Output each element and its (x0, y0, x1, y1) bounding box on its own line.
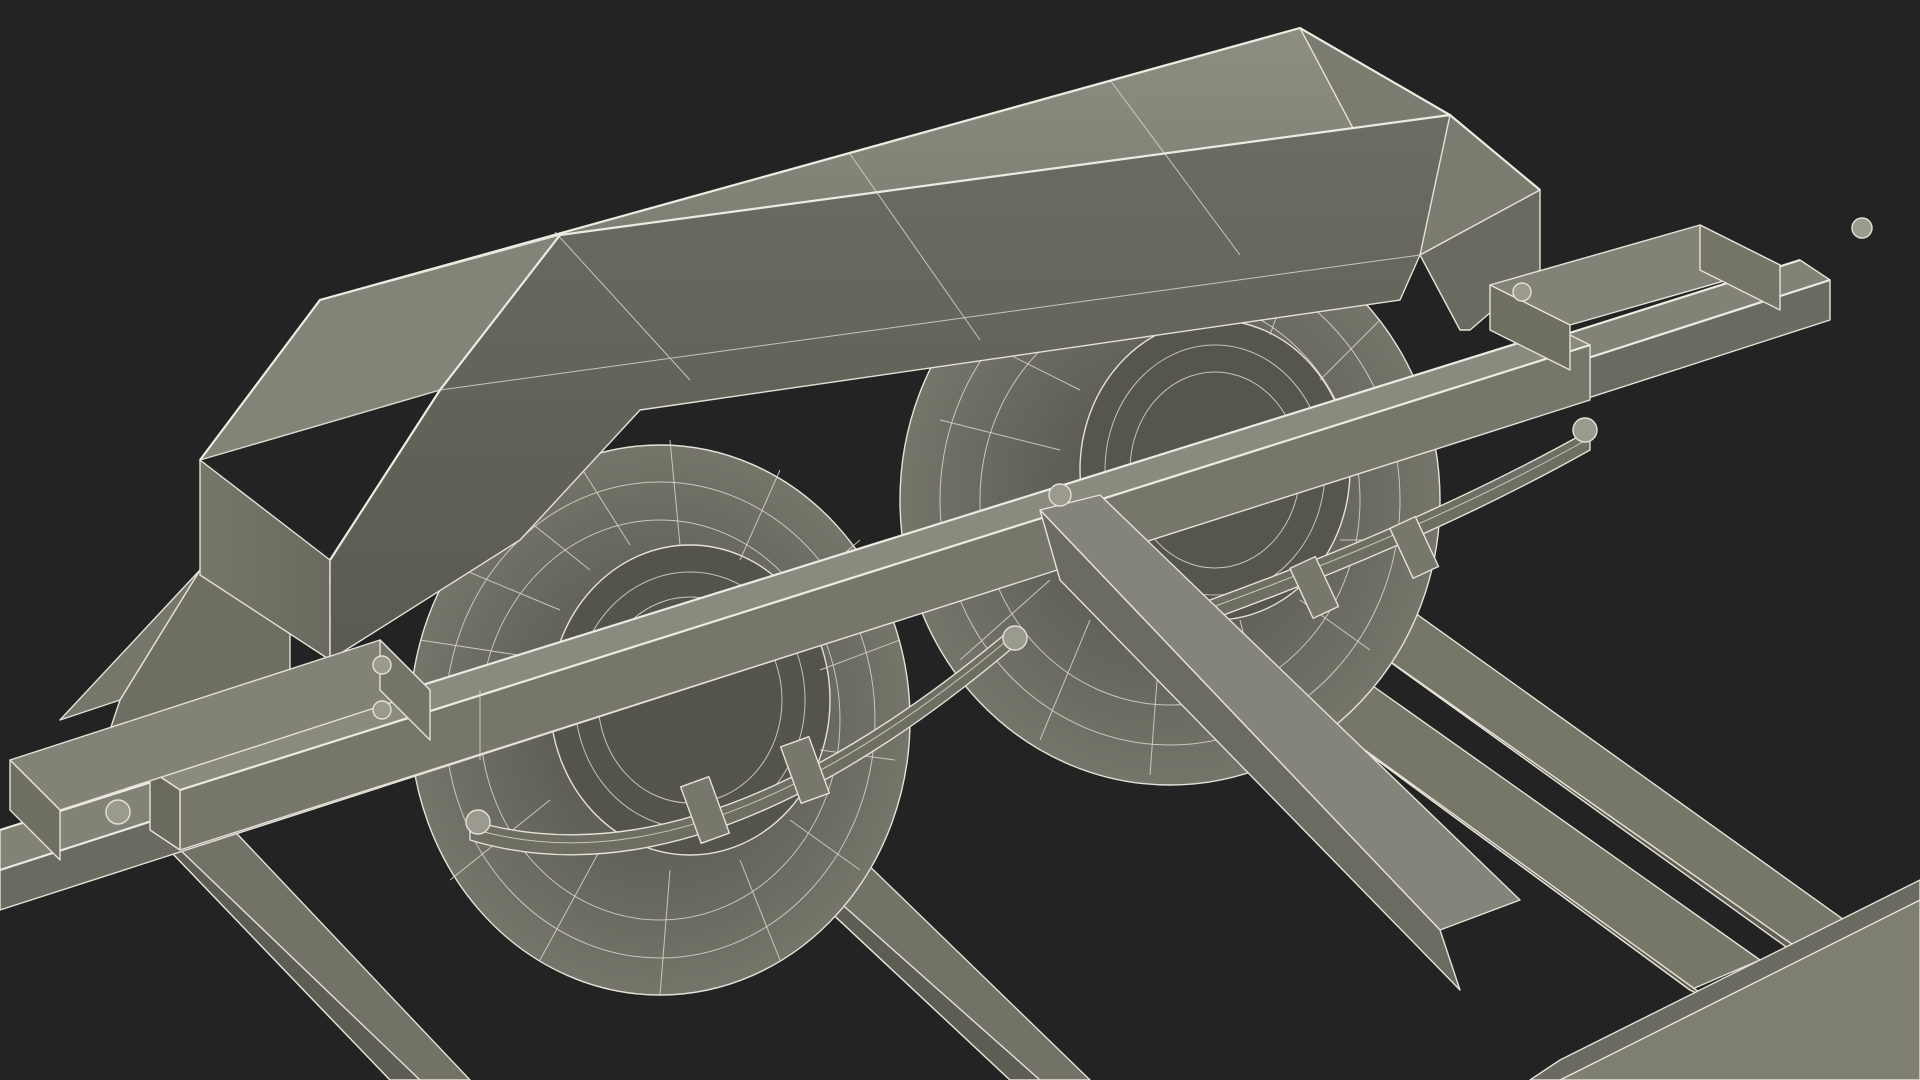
bolt-left-bracket-bottom (372, 700, 392, 720)
bolt-spring-front (1002, 625, 1028, 651)
bolt-center (1048, 483, 1072, 507)
bolt-left-end (105, 799, 131, 825)
bolt-right-bracket (1512, 282, 1532, 302)
bolt-spring-left (465, 809, 491, 835)
bolt-left-bracket-top (372, 655, 392, 675)
render-viewport (0, 0, 1920, 1080)
trailer-axle-wireframe-render (0, 26, 1920, 1080)
bolt-right-end (1851, 217, 1873, 239)
bolt-spring-rear (1572, 417, 1598, 443)
